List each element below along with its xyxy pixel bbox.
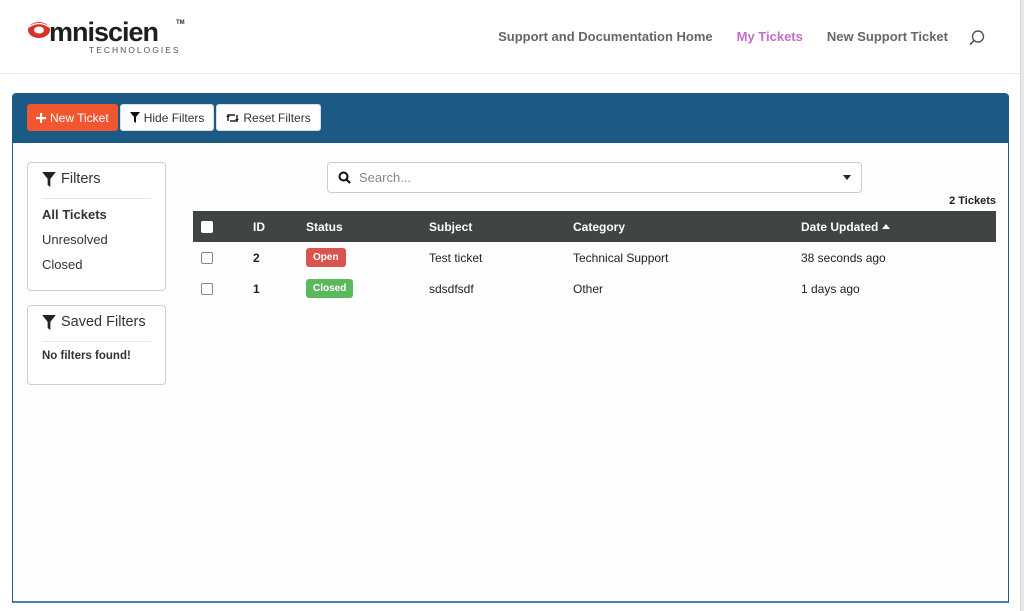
ticket-id: 2: [253, 250, 260, 265]
ticket-date-updated: 1 days ago: [801, 281, 860, 296]
brand-logo[interactable]: mniscien TM TECHNOLOGIES: [27, 17, 187, 58]
tickets-panel: New Ticket Hide Filters Reset Filters Fi…: [12, 93, 1009, 603]
filter-icon: [42, 171, 56, 187]
column-date-updated[interactable]: Date Updated: [801, 220, 996, 234]
reset-filters-button[interactable]: Reset Filters: [216, 104, 321, 131]
saved-filters-title: Saved Filters: [42, 314, 151, 342]
ticket-category: Technical Support: [573, 250, 669, 265]
ticket-search[interactable]: [327, 162, 862, 193]
search-input[interactable]: [359, 170, 843, 185]
status-badge: Open: [306, 248, 346, 267]
brand-tagline: TECHNOLOGIES: [89, 45, 181, 55]
filter-closed[interactable]: Closed: [42, 257, 151, 272]
row-checkbox[interactable]: [201, 282, 213, 295]
new-ticket-button[interactable]: New Ticket: [27, 104, 118, 131]
table-row[interactable]: 1 Closed sdsdfsdf Other 1 days ago: [193, 273, 996, 304]
nav-support-home[interactable]: Support and Documentation Home: [498, 29, 713, 44]
tickets-table: ID Status Subject Category Date Updated …: [193, 211, 996, 304]
site-header: mniscien TM TECHNOLOGIES Support and Doc…: [0, 0, 1020, 74]
filters-title-text: Filters: [61, 171, 101, 187]
table-row[interactable]: 2 Open Test ticket Technical Support 38 …: [193, 242, 996, 273]
filters-title: Filters: [42, 171, 151, 199]
ticket-subject[interactable]: sdsdfsdf: [429, 282, 573, 296]
toolbar: New Ticket Hide Filters Reset Filters: [13, 94, 1008, 143]
logo-swoosh-icon: [28, 22, 50, 38]
search-icon: [338, 171, 351, 184]
top-nav: Support and Documentation Home My Ticket…: [474, 27, 986, 47]
ticket-id: 1: [253, 281, 260, 296]
hide-filters-label: Hide Filters: [143, 110, 205, 125]
row-checkbox[interactable]: [201, 251, 213, 264]
status-badge: Closed: [306, 279, 354, 298]
sort-ascending-icon: [882, 223, 891, 229]
filter-icon: [42, 314, 56, 330]
column-status[interactable]: Status: [306, 220, 429, 234]
no-filters-message: No filters found!: [42, 350, 131, 362]
filters-box: Filters All Tickets Unresolved Closed: [27, 162, 166, 291]
saved-filters-box: Saved Filters No filters found!: [27, 305, 166, 385]
column-date-updated-label: Date Updated: [801, 219, 879, 234]
saved-filters-title-text: Saved Filters: [61, 314, 146, 330]
ticket-date-updated: 38 seconds ago: [801, 250, 886, 265]
nav-my-tickets[interactable]: My Tickets: [737, 29, 803, 44]
dropdown-caret-icon[interactable]: [843, 175, 851, 180]
brand-name: mniscien: [49, 17, 159, 47]
select-all-checkbox[interactable]: [201, 220, 213, 233]
search-icon[interactable]: [968, 29, 986, 47]
column-category[interactable]: Category: [573, 220, 801, 234]
filter-all-tickets[interactable]: All Tickets: [42, 207, 151, 222]
reset-filters-label: Reset Filters: [243, 110, 311, 125]
column-subject[interactable]: Subject: [429, 220, 573, 234]
filter-unresolved[interactable]: Unresolved: [42, 232, 151, 247]
retweet-icon: [226, 113, 240, 123]
page-scrollbar[interactable]: [1020, 0, 1024, 611]
table-header: ID Status Subject Category Date Updated: [193, 211, 996, 242]
ticket-subject[interactable]: Test ticket: [429, 251, 573, 265]
ticket-category: Other: [573, 281, 604, 296]
new-ticket-label: New Ticket: [50, 110, 109, 125]
column-id[interactable]: ID: [253, 220, 306, 234]
nav-new-support-ticket[interactable]: New Support Ticket: [827, 29, 948, 44]
ticket-count: 2 Tickets: [949, 195, 996, 207]
filter-icon: [129, 112, 140, 123]
plus-icon: [36, 112, 46, 123]
hide-filters-button[interactable]: Hide Filters: [119, 104, 215, 131]
brand-trademark: TM: [176, 20, 185, 26]
